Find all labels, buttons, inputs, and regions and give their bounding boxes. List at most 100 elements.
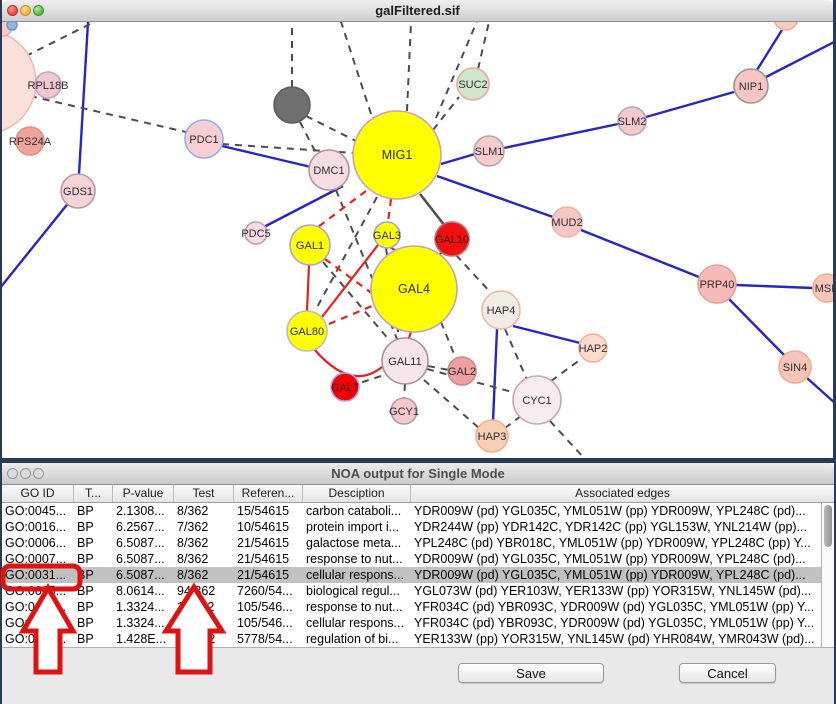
table-cell: 8/362 (174, 551, 234, 567)
table-cell: 7/362 (174, 519, 234, 535)
graph-node-label: PRP40 (700, 279, 735, 291)
table-row[interactable]: GO:0031...BP1.3324...11/362105/546...res… (2, 599, 821, 615)
table-cell: BP (74, 551, 113, 567)
save-button[interactable]: Save (458, 663, 604, 683)
column-header-go-id[interactable]: GO ID (2, 485, 74, 502)
table-cell: 10/54615 (234, 519, 303, 535)
desktop-background: galFiltered.sif RPL18BRPS24AGDS1PDC1DMC1… (0, 0, 836, 704)
button-bar: Save Cancel (2, 647, 834, 704)
network-window-title: galFiltered.sif (2, 3, 833, 18)
graph-node-label: RPL18B (28, 80, 69, 92)
column-header-associated-edges[interactable]: Associated edges (411, 485, 834, 502)
column-header-test[interactable]: Test (174, 485, 234, 502)
table-cell: 7260/54... (234, 583, 303, 599)
table-cell: GO:0031... (2, 599, 74, 615)
table-cell: 6.2567... (113, 519, 174, 535)
graph-node-label: SUC2 (458, 79, 487, 91)
noa-window-titlebar[interactable]: NOA output for Single Mode (2, 463, 834, 485)
table-cell: BP (74, 631, 113, 647)
graph-node-label: PDC1 (189, 134, 218, 146)
graph-node-unlabeled[interactable] (774, 22, 798, 30)
graph-edge (409, 332, 411, 338)
graph-node-unlabeled[interactable] (7, 22, 17, 30)
noa-output-window: NOA output for Single Mode GO IDT...P-va… (2, 463, 834, 704)
graph-node-label: HAP2 (579, 343, 608, 355)
table-body: GO:0045...BP2.1308...8/36215/54615carbon… (2, 503, 821, 647)
table-row[interactable]: GO:0006...BP6.5087...8/36221/54615galact… (2, 535, 821, 551)
table-cell: BP (74, 503, 113, 519)
table-cell: GO:0045... (2, 503, 74, 519)
column-header-desciption[interactable]: Desciption (303, 485, 411, 502)
table-row[interactable]: GO:0007...BP6.5087...8/36221/54615respon… (2, 551, 821, 567)
table-row[interactable]: GO:0050...BP1.428E...80/3625778/54...reg… (2, 631, 821, 647)
graph-edge (424, 380, 479, 428)
graph-node-label: GAL80 (290, 326, 324, 338)
table-cell: YFR034C (pd) YBR093C, YDR009W (pd) YGL03… (411, 599, 821, 615)
table-cell: 6.5087... (113, 535, 174, 551)
graph-edge (736, 285, 813, 288)
table-cell: 21/54615 (234, 551, 303, 567)
graph-node-label: DMC1 (313, 165, 344, 177)
table-cell: 8/362 (174, 535, 234, 551)
graph-edge (388, 199, 391, 222)
table-cell: 105/546... (234, 599, 303, 615)
table-cell: carbon cataboli... (303, 503, 411, 519)
graph-node-label: HAP4 (487, 305, 516, 317)
graph-node-label: NIP1 (739, 81, 763, 93)
table-cell: 8/362 (174, 503, 234, 519)
table-scrollbar[interactable] (821, 503, 834, 647)
graph-edge (334, 22, 371, 114)
table-row[interactable]: GO:0031...BP1.3324...11/362105/546...cel… (2, 615, 821, 631)
table-cell: 1.3324... (113, 615, 174, 631)
graph-edge (306, 116, 356, 141)
graph-edge (420, 194, 445, 226)
table-cell: 8.0614... (113, 583, 174, 599)
scrollbar-thumb[interactable] (824, 505, 832, 547)
table-cell: 15/54615 (234, 503, 303, 519)
graph-node-label: MUD2 (551, 217, 582, 229)
table-header: GO IDT...P-valueTestReferen...Desciption… (2, 485, 834, 503)
table-cell: YER133W (pp) YOR315W, YNL145W (pd) YHR08… (411, 631, 821, 647)
graph-node-label: CYC1 (522, 395, 551, 407)
column-header-t-[interactable]: T... (74, 485, 113, 502)
graph-edge (478, 22, 489, 69)
table-cell: 6.5087... (113, 551, 174, 567)
graph-edge (78, 22, 88, 191)
table-cell: response to nut... (303, 599, 411, 615)
network-window-titlebar[interactable]: galFiltered.sif (2, 0, 833, 22)
column-header-p-value[interactable]: P-value (113, 485, 174, 502)
graph-edge (505, 416, 521, 428)
graph-node-label: MSN (815, 283, 833, 295)
table-cell: cellular respons... (303, 615, 411, 631)
table-cell: GO:0016... (2, 519, 74, 535)
table-cell: 1.3324... (113, 599, 174, 615)
table-cell: 2.1308... (113, 503, 174, 519)
table-cell: 21/54615 (234, 567, 303, 583)
table-cell: 11/362 (174, 599, 234, 615)
graph-node-label: GAL1 (296, 240, 324, 252)
graph-edge (550, 421, 584, 458)
column-header-referen-[interactable]: Referen... (234, 485, 303, 502)
cancel-button[interactable]: Cancel (679, 663, 776, 683)
table-row[interactable]: GO:0031...BP6.5087...8/36221/54615cellul… (2, 567, 821, 583)
table-cell: GO:0031... (2, 615, 74, 631)
graph-edge (551, 357, 584, 381)
graph-edge (646, 92, 734, 117)
table-row[interactable]: GO:0065...BP8.0614...94/3627260/54...bio… (2, 583, 821, 599)
table-row[interactable]: GO:0045...BP2.1308...8/36215/54615carbon… (2, 503, 821, 519)
graph-node-label: GDS1 (63, 186, 93, 198)
table-cell: YGL073W (pd) YER103W, YER133W (pp) YOR31… (411, 583, 821, 599)
graph-node-label: HAP3 (478, 431, 507, 443)
table-row[interactable]: GO:0016...BP6.2567...7/36210/54615protei… (2, 519, 821, 535)
graph-node-label: GAL2 (448, 366, 476, 378)
table-cell: 105/546... (234, 615, 303, 631)
table-cell: BP (74, 599, 113, 615)
graph-node-unlabeled[interactable] (274, 87, 310, 123)
table-cell: 1.428E... (113, 631, 174, 647)
graph-edge (441, 322, 456, 359)
network-canvas[interactable]: RPL18BRPS24AGDS1PDC1DMC1MIG1SUC2SLM1SLM2… (2, 22, 833, 458)
graph-edge (307, 265, 309, 311)
network-window: galFiltered.sif RPL18BRPS24AGDS1PDC1DMC1… (2, 0, 833, 458)
table-cell: YPL248C (pd) YBR018C, YML051W (pp) YDR00… (411, 535, 821, 551)
graph-edge (757, 30, 782, 70)
